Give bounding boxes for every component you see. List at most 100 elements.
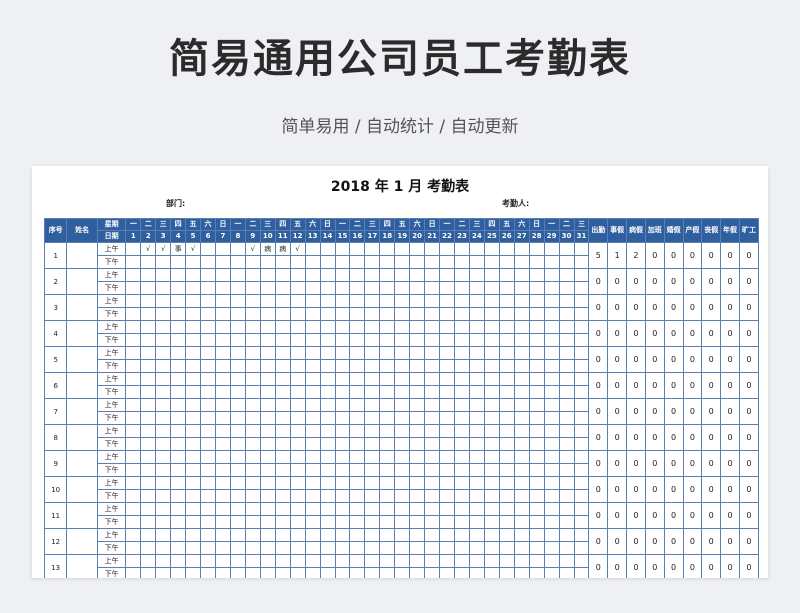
day-cell-am[interactable] (215, 294, 231, 308)
day-cell-am[interactable] (229, 320, 246, 334)
day-cell-am[interactable] (140, 476, 157, 490)
day-cell-am[interactable] (513, 372, 530, 386)
day-cell-am[interactable] (155, 320, 172, 334)
day-cell-pm[interactable] (274, 567, 291, 578)
day-cell-pm[interactable] (200, 515, 216, 529)
day-cell-pm[interactable] (349, 255, 366, 269)
day-cell-pm[interactable] (409, 359, 426, 373)
day-cell-am[interactable] (215, 372, 231, 386)
day-cell-pm[interactable] (140, 359, 157, 373)
day-cell-pm[interactable] (140, 255, 157, 269)
day-cell-pm[interactable] (200, 333, 216, 347)
day-cell-pm[interactable] (543, 333, 560, 347)
day-cell-am[interactable] (498, 450, 515, 464)
day-cell-am[interactable]: √ (289, 242, 306, 256)
day-cell-am[interactable] (409, 476, 426, 490)
day-cell-am[interactable] (200, 268, 216, 282)
day-cell-am[interactable] (439, 294, 455, 308)
day-cell-am[interactable] (513, 450, 530, 464)
day-cell-am[interactable] (170, 528, 187, 542)
day-cell-pm[interactable] (483, 359, 500, 373)
day-cell-am[interactable] (289, 320, 306, 334)
day-cell-pm[interactable] (573, 307, 590, 321)
day-cell-pm[interactable] (244, 333, 261, 347)
day-cell-pm[interactable] (379, 255, 396, 269)
day-cell-pm[interactable] (498, 515, 515, 529)
day-cell-pm[interactable] (319, 567, 336, 578)
day-cell-pm[interactable] (424, 567, 441, 578)
day-cell-pm[interactable] (573, 489, 590, 503)
day-cell-pm[interactable] (185, 411, 202, 425)
day-cell-pm[interactable] (185, 489, 202, 503)
day-cell-am[interactable] (483, 450, 500, 464)
day-cell-am[interactable] (468, 528, 485, 542)
day-cell-am[interactable] (364, 242, 381, 256)
day-cell-pm[interactable] (140, 385, 157, 399)
day-cell-pm[interactable] (573, 567, 590, 578)
day-cell-am[interactable] (229, 398, 246, 412)
day-cell-am[interactable] (274, 528, 291, 542)
day-cell-pm[interactable] (274, 515, 291, 529)
day-cell-pm[interactable] (229, 489, 246, 503)
day-cell-pm[interactable] (125, 333, 142, 347)
day-cell-pm[interactable] (513, 515, 530, 529)
day-cell-pm[interactable] (558, 411, 575, 425)
day-cell-pm[interactable] (155, 515, 172, 529)
day-cell-pm[interactable] (439, 255, 455, 269)
day-cell-pm[interactable] (528, 567, 545, 578)
day-cell-am[interactable] (170, 268, 187, 282)
day-cell-pm[interactable] (334, 411, 351, 425)
day-cell-am[interactable] (558, 242, 575, 256)
day-cell-am[interactable] (170, 424, 187, 438)
day-cell-pm[interactable] (528, 463, 545, 477)
day-cell-am[interactable] (244, 424, 261, 438)
day-cell-am[interactable] (229, 502, 246, 516)
day-cell-am[interactable] (334, 476, 351, 490)
day-cell-am[interactable] (304, 294, 321, 308)
day-cell-pm[interactable] (394, 567, 411, 578)
day-cell-am[interactable]: 病 (259, 242, 276, 256)
day-cell-am[interactable] (259, 346, 276, 360)
day-cell-pm[interactable] (409, 255, 426, 269)
day-cell-pm[interactable] (513, 281, 530, 295)
day-cell-am[interactable] (528, 268, 545, 282)
day-cell-am[interactable] (155, 502, 172, 516)
day-cell-am[interactable] (543, 554, 560, 568)
day-cell-am[interactable] (454, 476, 470, 490)
day-cell-pm[interactable] (125, 541, 142, 555)
day-cell-am[interactable] (424, 242, 441, 256)
day-cell-pm[interactable] (439, 359, 455, 373)
day-cell-am[interactable] (289, 268, 306, 282)
day-cell-pm[interactable] (334, 515, 351, 529)
day-cell-am[interactable] (573, 476, 590, 490)
day-cell-am[interactable] (498, 424, 515, 438)
day-cell-am[interactable] (319, 554, 336, 568)
day-cell-pm[interactable] (125, 281, 142, 295)
day-cell-am[interactable] (349, 242, 366, 256)
day-cell-pm[interactable] (200, 437, 216, 451)
day-cell-am[interactable] (334, 450, 351, 464)
day-cell-pm[interactable] (274, 255, 291, 269)
day-cell-pm[interactable] (394, 255, 411, 269)
day-cell-pm[interactable] (483, 515, 500, 529)
day-cell-am[interactable] (513, 398, 530, 412)
day-cell-pm[interactable] (259, 385, 276, 399)
day-cell-am[interactable] (394, 320, 411, 334)
day-cell-am[interactable] (409, 372, 426, 386)
day-cell-pm[interactable] (334, 489, 351, 503)
day-cell-am[interactable] (229, 242, 246, 256)
day-cell-pm[interactable] (125, 515, 142, 529)
day-cell-am[interactable] (274, 346, 291, 360)
day-cell-am[interactable] (170, 450, 187, 464)
day-cell-pm[interactable] (483, 437, 500, 451)
day-cell-pm[interactable] (155, 411, 172, 425)
day-cell-am[interactable] (200, 346, 216, 360)
day-cell-am[interactable] (274, 268, 291, 282)
day-cell-pm[interactable] (483, 281, 500, 295)
day-cell-pm[interactable] (394, 281, 411, 295)
day-cell-pm[interactable] (409, 307, 426, 321)
day-cell-am[interactable] (454, 528, 470, 542)
day-cell-am[interactable] (274, 294, 291, 308)
day-cell-pm[interactable] (349, 307, 366, 321)
day-cell-pm[interactable] (558, 333, 575, 347)
